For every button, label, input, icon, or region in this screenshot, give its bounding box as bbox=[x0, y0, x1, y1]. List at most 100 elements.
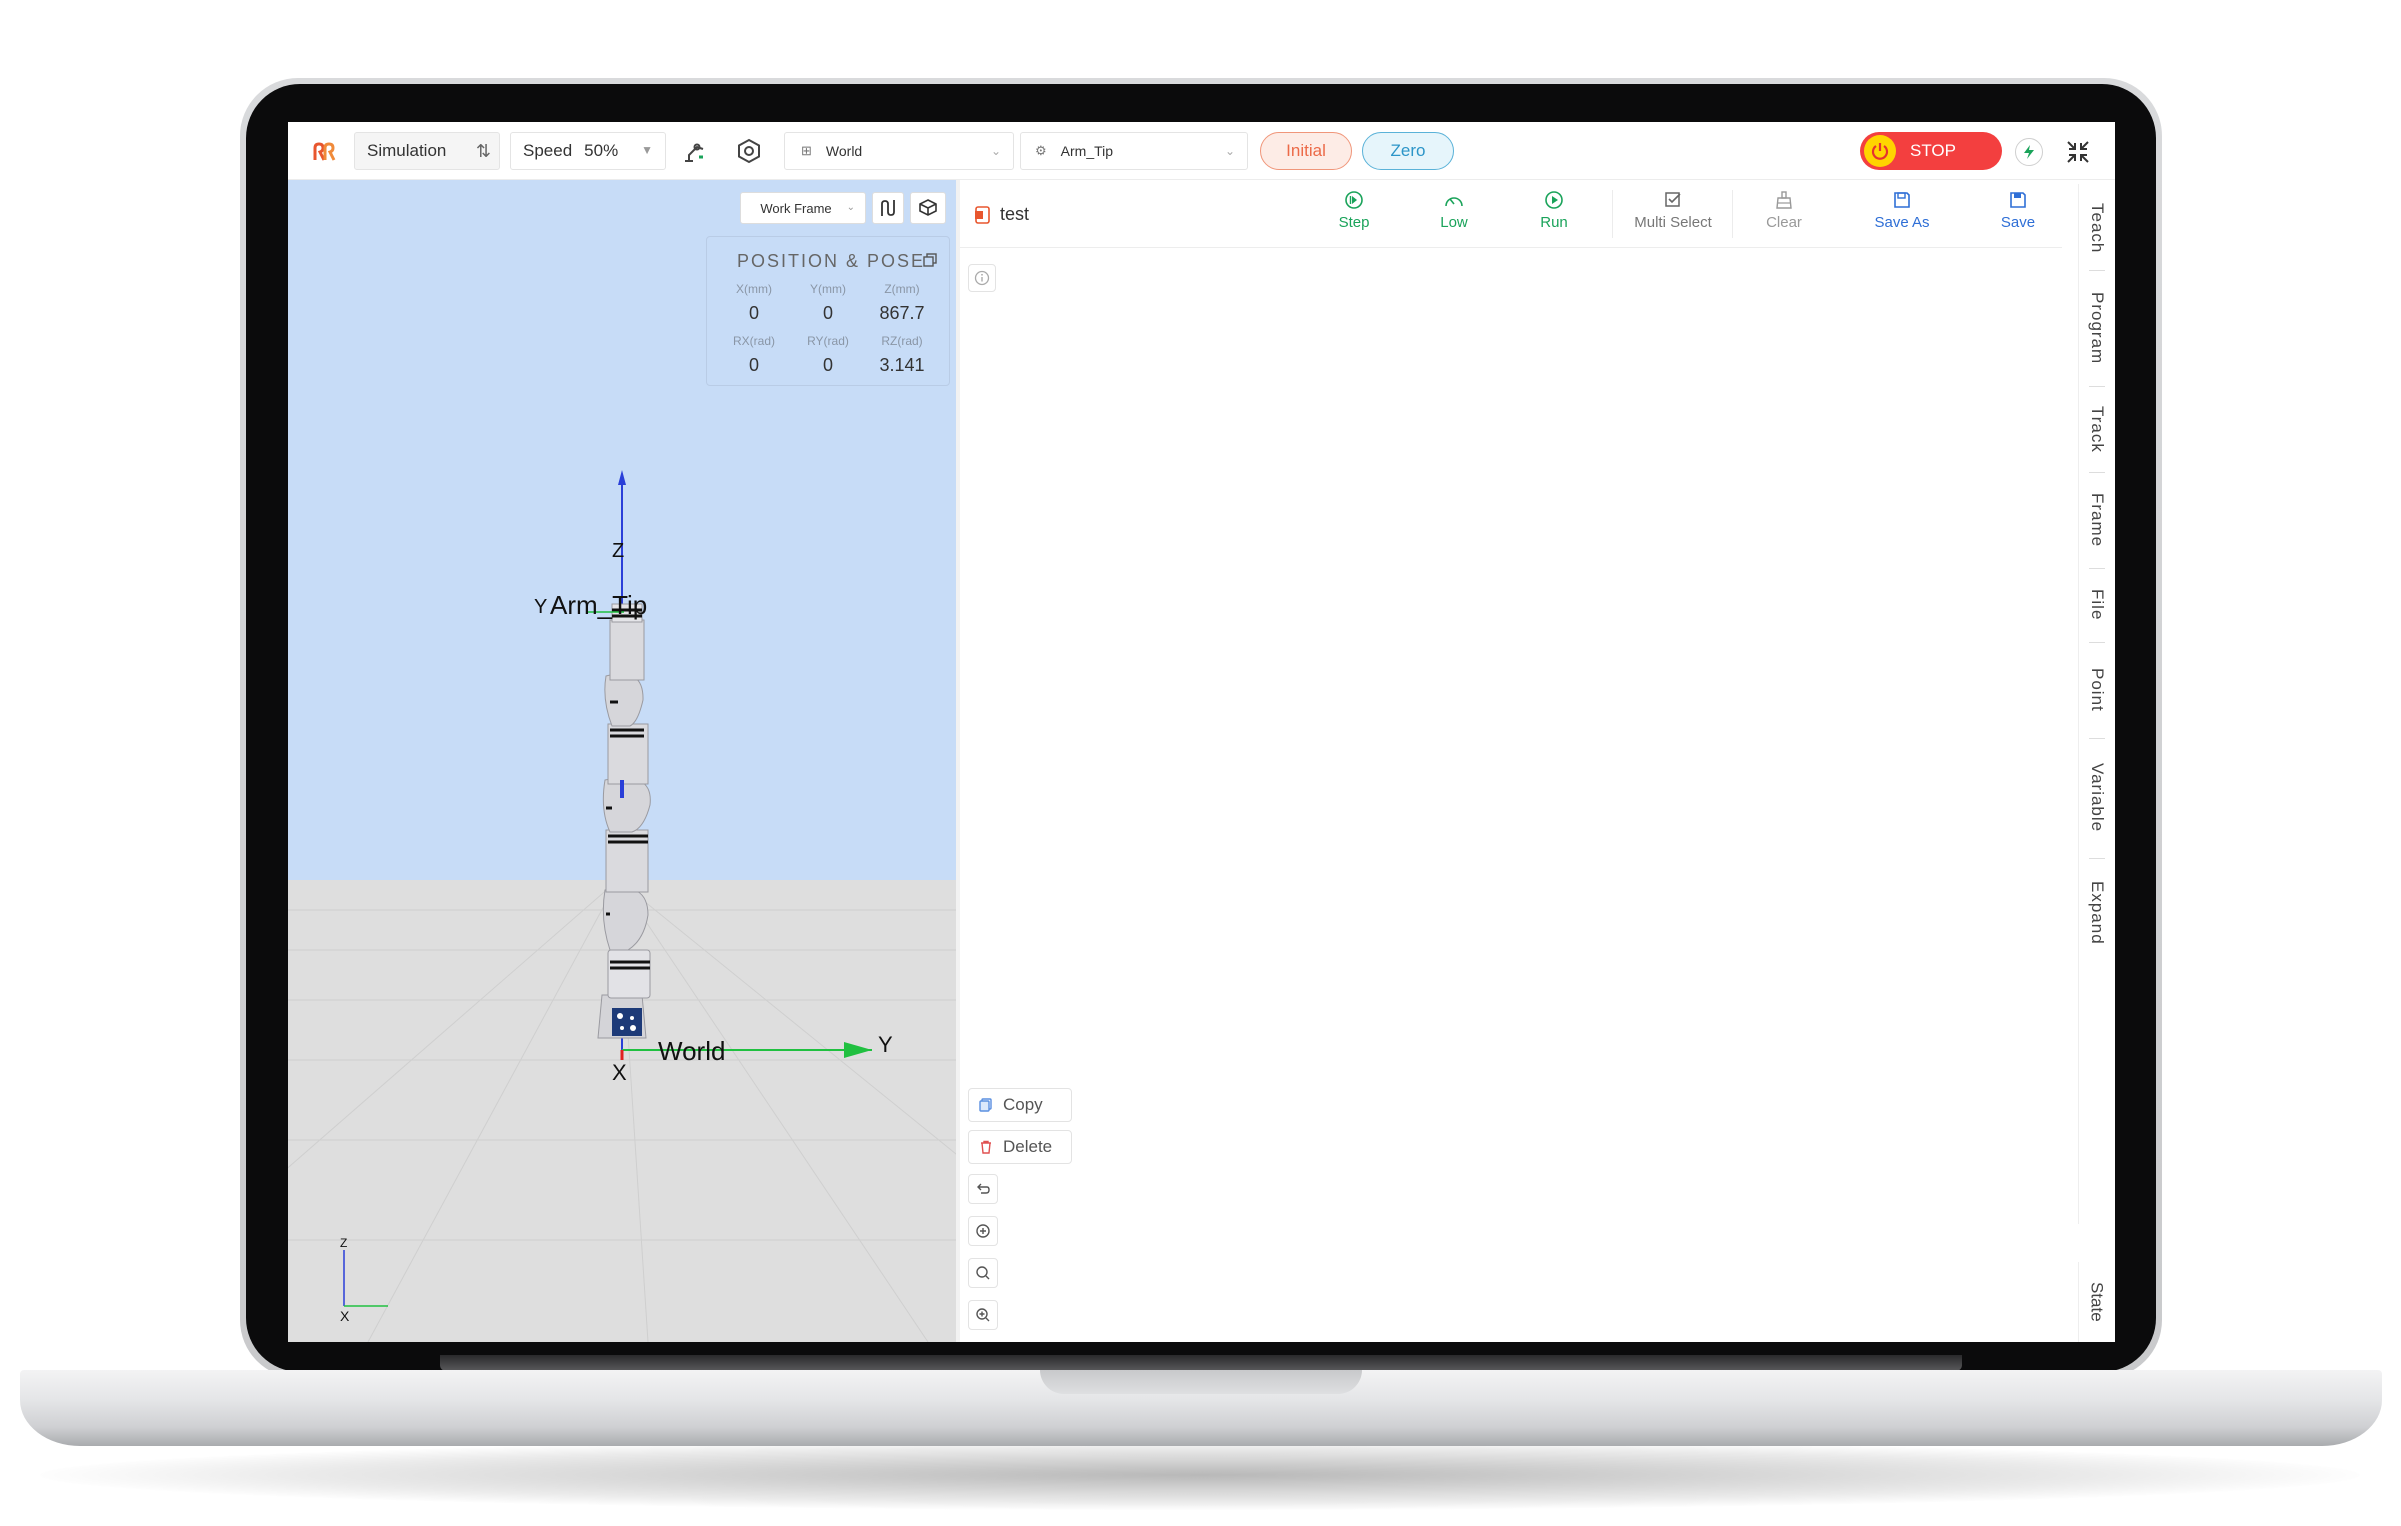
coordinate-frame-select[interactable]: ⊞ World ⌄ bbox=[784, 132, 1014, 170]
axis-y-label: Y bbox=[878, 1032, 893, 1057]
copy-label: Copy bbox=[1003, 1095, 1043, 1114]
tool-icon: ⚙ bbox=[1035, 143, 1047, 158]
tab-divider bbox=[2089, 386, 2105, 387]
checkbox-icon bbox=[1665, 192, 1681, 207]
emergency-stop-button[interactable]: STOP bbox=[1860, 132, 2002, 170]
tab-track[interactable]: Track bbox=[2079, 398, 2115, 460]
clear-label: Clear bbox=[1766, 214, 1802, 231]
tab-teach[interactable]: Teach bbox=[2079, 198, 2115, 258]
copy-button[interactable]: Copy bbox=[968, 1088, 1072, 1122]
tab-file[interactable]: File bbox=[2079, 580, 2115, 630]
collapse-icon[interactable] bbox=[2064, 138, 2092, 166]
robot-arm bbox=[597, 603, 651, 1039]
save-label: Save bbox=[2000, 214, 2036, 231]
swap-arrows-icon: ⇅ bbox=[475, 141, 491, 161]
tab-variable[interactable]: Variable bbox=[2079, 750, 2115, 846]
coordinate-frame-value: World bbox=[825, 143, 863, 159]
tab-divider bbox=[2089, 568, 2105, 569]
tab-program[interactable]: Program bbox=[2079, 282, 2115, 374]
save-as-icon bbox=[1894, 192, 1910, 208]
multi-select-button[interactable]: Multi Select bbox=[1616, 190, 1730, 244]
run-button[interactable]: Run bbox=[1506, 190, 1602, 244]
app-logo-icon bbox=[313, 142, 336, 161]
tab-state[interactable]: State bbox=[2078, 1262, 2114, 1342]
tool-frame-select[interactable]: ⚙ Arm_Tip ⌄ bbox=[1020, 132, 1248, 170]
clear-button[interactable]: Clear bbox=[1736, 190, 1832, 244]
initial-button[interactable]: Initial bbox=[1260, 132, 1352, 170]
delete-button[interactable]: Delete bbox=[968, 1130, 1072, 1164]
right-tab-bar: Teach Program Track Frame File Point Var… bbox=[2078, 184, 2114, 1224]
laptop-notch bbox=[1040, 1370, 1362, 1394]
app-screen: Simulation ⇅ Speed 50% ▼ ⊞ World ⌄ ⚙ Arm… bbox=[288, 122, 2115, 1342]
speed-value: 50% bbox=[584, 141, 619, 160]
program-panel: test Step Low Run Multi Select Clear Sav… bbox=[960, 184, 2062, 1338]
tool-frame-value: Arm_Tip bbox=[1060, 143, 1114, 159]
program-file[interactable]: test bbox=[974, 204, 1029, 225]
stop-label: STOP bbox=[1910, 141, 1956, 160]
save-as-label: Save As bbox=[1874, 214, 1930, 231]
3d-viewport[interactable]: Work Frame ⌄ POSITION & POSE X(mm) Y(mm)… bbox=[288, 180, 956, 1342]
copy-icon bbox=[979, 1098, 992, 1112]
power-icon bbox=[1864, 135, 1896, 167]
toolbar-separator bbox=[1732, 190, 1733, 238]
frame-icon: ⊞ bbox=[801, 143, 812, 158]
step-label: Step bbox=[1338, 214, 1370, 231]
play-icon bbox=[1545, 191, 1563, 209]
power-status-button[interactable] bbox=[2015, 138, 2043, 166]
zoom-in-button[interactable] bbox=[968, 1300, 998, 1330]
lightning-icon bbox=[2024, 145, 2034, 159]
axis-y-top-label: Y bbox=[534, 596, 548, 618]
settings-hex-button[interactable] bbox=[732, 134, 766, 168]
undo-button[interactable] bbox=[968, 1174, 998, 1204]
program-file-name: test bbox=[1000, 204, 1030, 224]
tab-point[interactable]: Point bbox=[2079, 654, 2115, 726]
tab-expand[interactable]: Expand bbox=[2079, 870, 2115, 956]
top-toolbar: Simulation ⇅ Speed 50% ▼ ⊞ World ⌄ ⚙ Arm… bbox=[288, 122, 2115, 180]
save-as-button[interactable]: Save As bbox=[1854, 190, 1950, 244]
broom-icon bbox=[1776, 191, 1792, 209]
multi-select-label: Multi Select bbox=[1634, 214, 1712, 231]
tab-divider bbox=[2089, 270, 2105, 271]
tab-divider bbox=[2089, 738, 2105, 739]
chevron-down-icon: ▼ bbox=[641, 143, 653, 157]
axis-x-label: X bbox=[612, 1060, 627, 1085]
run-label: Run bbox=[1540, 214, 1568, 231]
state-label: State bbox=[2087, 1282, 2107, 1322]
tab-divider bbox=[2089, 472, 2105, 473]
robot-arm-icon bbox=[685, 143, 704, 162]
robot-scene bbox=[343, 470, 872, 1307]
tab-frame[interactable]: Frame bbox=[2079, 484, 2115, 556]
info-icon bbox=[974, 270, 990, 286]
file-icon bbox=[975, 205, 990, 224]
delete-label: Delete bbox=[1003, 1137, 1053, 1156]
hexagon-gear-icon bbox=[738, 138, 760, 164]
plus-circle-icon bbox=[976, 1224, 990, 1238]
search-icon bbox=[976, 1266, 990, 1280]
robot-arm-button[interactable] bbox=[678, 134, 712, 168]
tool-frame-label: Arm_Tip bbox=[550, 590, 648, 620]
step-button[interactable]: Step bbox=[1306, 190, 1402, 244]
world-frame-label: World bbox=[658, 1036, 726, 1066]
axis-z-label: Z bbox=[612, 540, 625, 562]
gauge-icon bbox=[1445, 197, 1463, 207]
info-button[interactable] bbox=[968, 264, 996, 292]
mode-label: Simulation bbox=[367, 141, 447, 160]
low-speed-button[interactable]: Low bbox=[1406, 190, 1502, 244]
add-point-button[interactable] bbox=[968, 1216, 998, 1246]
trash-icon bbox=[981, 1140, 991, 1154]
laptop-hinge bbox=[440, 1355, 1962, 1371]
step-icon bbox=[1345, 191, 1363, 209]
search-button[interactable] bbox=[968, 1258, 998, 1288]
mode-select[interactable]: Simulation ⇅ bbox=[354, 132, 500, 170]
toolbar-separator bbox=[1612, 190, 1613, 238]
program-toolbar: test Step Low Run Multi Select Clear Sav… bbox=[960, 184, 2062, 248]
z-axis-arrow bbox=[618, 470, 626, 485]
speed-select[interactable]: Speed 50% ▼ bbox=[510, 132, 666, 170]
laptop-shadow bbox=[40, 1440, 2360, 1510]
tab-divider bbox=[2089, 858, 2105, 859]
tab-divider bbox=[2089, 642, 2105, 643]
zero-button[interactable]: Zero bbox=[1362, 132, 1454, 170]
undo-icon bbox=[977, 1183, 990, 1194]
speed-label: Speed bbox=[523, 141, 573, 160]
save-button[interactable]: Save bbox=[1970, 190, 2066, 244]
